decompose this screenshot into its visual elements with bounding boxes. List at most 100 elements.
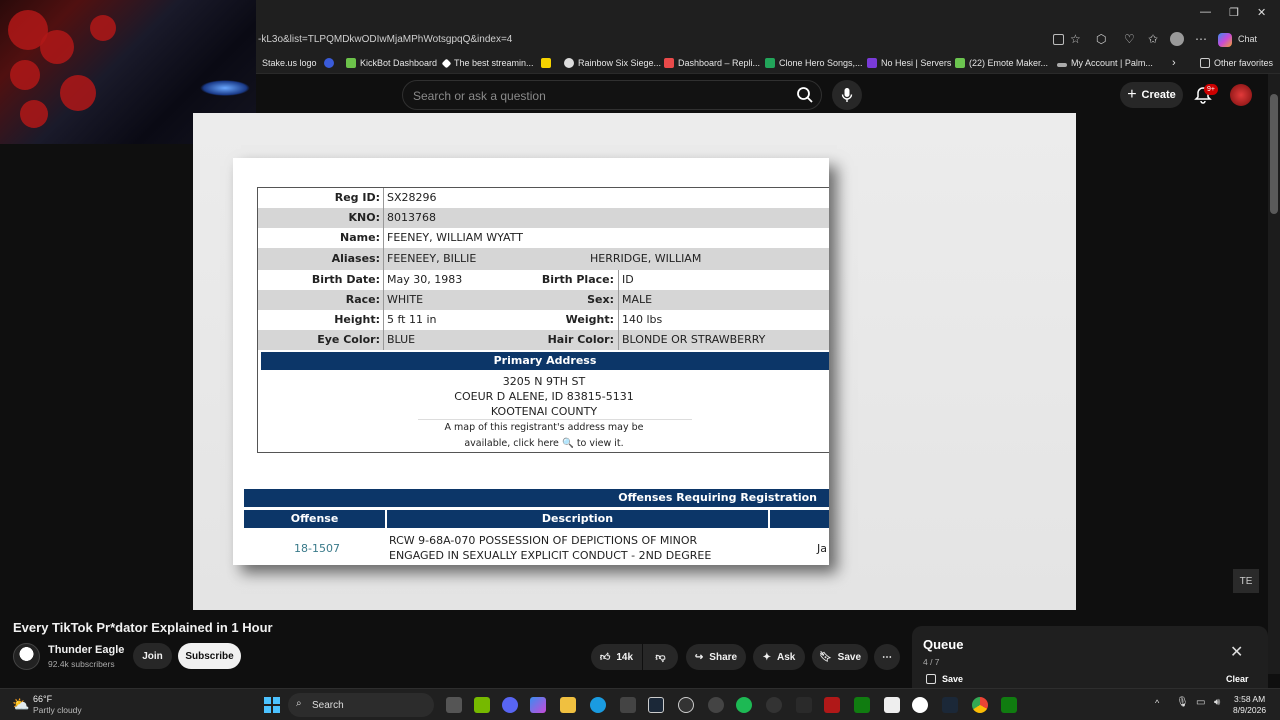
- discord-icon[interactable]: [502, 697, 518, 713]
- fav-other-favorites[interactable]: Other favorites: [1200, 58, 1273, 68]
- obs-icon[interactable]: [678, 697, 694, 713]
- fav-stake[interactable]: Stake.us logo: [262, 58, 317, 68]
- xbox-app-icon[interactable]: [1001, 697, 1017, 713]
- task-view-icon[interactable]: [446, 697, 462, 713]
- copilot-app-icon[interactable]: [530, 697, 546, 713]
- fav-label: KickBot Dashboard: [360, 58, 438, 68]
- create-button[interactable]: + Create: [1120, 82, 1183, 108]
- kno-label: KNO:: [348, 211, 380, 224]
- kickbot-icon: [346, 58, 356, 68]
- reg-id-label: Reg ID:: [334, 191, 380, 204]
- map-link[interactable]: available, click here: [464, 438, 559, 449]
- clock-time[interactable]: 3:58 AM: [1234, 694, 1265, 704]
- favorites-overflow-icon[interactable]: ›: [1172, 57, 1176, 69]
- fav-label: Other favorites: [1214, 58, 1274, 68]
- subscribe-button[interactable]: Subscribe: [178, 643, 241, 669]
- map-note-2-tail: to view it.: [576, 438, 624, 449]
- join-button[interactable]: Join: [133, 643, 172, 669]
- url-text[interactable]: -kL3o&list=TLPQMDkwODIwMjaMPhWotsgpqQ&in…: [258, 34, 512, 45]
- fav-clonehero[interactable]: Clone Hero Songs,...: [765, 58, 863, 68]
- fav-r6[interactable]: Rainbow Six Siege...: [564, 58, 661, 68]
- steam-2-icon[interactable]: [942, 697, 958, 713]
- b-app-icon[interactable]: [796, 697, 812, 713]
- account-avatar[interactable]: [1230, 84, 1252, 106]
- share-button[interactable]: ↪ Share: [686, 644, 746, 670]
- fav-palm[interactable]: My Account | Palm...: [1057, 58, 1153, 68]
- fav-r[interactable]: [324, 58, 334, 68]
- copilot-chat-label[interactable]: Chat: [1238, 34, 1257, 44]
- store-icon[interactable]: [620, 697, 636, 713]
- fav-yellow[interactable]: [541, 58, 551, 68]
- voice-search-button[interactable]: [832, 80, 862, 110]
- app-available-icon[interactable]: [1053, 34, 1064, 45]
- browser-essentials-icon[interactable]: ♡: [1124, 32, 1135, 46]
- scrollbar-thumb[interactable]: [1270, 94, 1278, 214]
- maximize-button[interactable]: ❐: [1229, 6, 1239, 19]
- kno-value: 8013768: [387, 211, 436, 224]
- share-label: Share: [709, 651, 738, 663]
- capcut-icon[interactable]: [884, 697, 900, 713]
- google-icon[interactable]: [912, 697, 928, 713]
- checkbox-icon: [926, 674, 936, 684]
- taskbar-search-label: Search: [312, 699, 344, 711]
- steam-icon[interactable]: [648, 697, 664, 713]
- fav-kickbot[interactable]: KickBot Dashboard: [346, 58, 437, 68]
- taskbar-search[interactable]: ⌕ Search: [288, 693, 434, 717]
- queue-save-button[interactable]: Save: [926, 674, 963, 684]
- like-button[interactable]: 👍︎ 14k: [591, 644, 642, 670]
- divider: [418, 419, 692, 420]
- xbox-icon[interactable]: [854, 697, 870, 713]
- queue-close-icon[interactable]: ✕: [1230, 642, 1243, 662]
- clock-date[interactable]: 8/9/2026: [1233, 705, 1266, 715]
- page-scrollbar[interactable]: [1268, 74, 1280, 674]
- fav-streaming[interactable]: The best streamin...: [441, 58, 534, 68]
- edge-icon[interactable]: [590, 697, 606, 713]
- extensions-icon[interactable]: ⬡: [1096, 32, 1106, 46]
- weather-temp[interactable]: 66°F: [33, 694, 52, 704]
- dislike-button[interactable]: 👎︎: [643, 644, 678, 670]
- rockstar-icon[interactable]: [824, 697, 840, 713]
- weather-desc[interactable]: Partly cloudy: [33, 705, 82, 715]
- more-actions-button[interactable]: ⋯: [874, 644, 900, 670]
- search-button[interactable]: [790, 81, 820, 109]
- queue-clear-button[interactable]: Clear: [1226, 674, 1249, 684]
- display-tray-icon[interactable]: ▭: [1196, 697, 1205, 708]
- fav-emote[interactable]: (22) Emote Maker...: [955, 58, 1048, 68]
- file-explorer-icon[interactable]: [560, 697, 576, 713]
- tray-overflow-icon[interactable]: ^: [1155, 698, 1159, 708]
- profile-avatar[interactable]: [1170, 32, 1184, 46]
- queue-title: Queue: [923, 637, 964, 652]
- mic-tray-icon[interactable]: 🎙︎: [1176, 697, 1189, 708]
- nvidia-icon[interactable]: [474, 697, 490, 713]
- r-icon: [324, 58, 334, 68]
- r6-icon: [564, 58, 574, 68]
- row-kno: KNO: 8013768: [258, 208, 829, 228]
- fav-dashboard[interactable]: Dashboard – Repli...: [664, 58, 760, 68]
- more-menu-icon[interactable]: ⋯: [1195, 32, 1207, 46]
- close-window-button[interactable]: ✕: [1257, 6, 1266, 19]
- offense-code[interactable]: 18-1507: [294, 542, 340, 555]
- favorite-star-icon[interactable]: ☆: [1070, 32, 1081, 46]
- channel-name[interactable]: Thunder Eagle: [48, 644, 124, 656]
- fav-nohesi[interactable]: No Hesi | Servers: [867, 58, 951, 68]
- search-input[interactable]: Search or ask a question: [402, 80, 822, 110]
- address-line-3: KOOTENAI COUNTY: [490, 405, 598, 418]
- favorites-icon[interactable]: ✩: [1148, 32, 1158, 46]
- palm-icon: [1057, 62, 1067, 67]
- windows-start-icon[interactable]: [264, 697, 280, 713]
- 4k-icon[interactable]: [766, 697, 782, 713]
- magnifier-icon[interactable]: 🔍: [562, 438, 574, 449]
- channel-avatar[interactable]: [13, 643, 40, 670]
- minimize-button[interactable]: —: [1200, 6, 1211, 18]
- spotify-icon[interactable]: [736, 697, 752, 713]
- weather-icon[interactable]: ⛅: [12, 696, 29, 713]
- copilot-icon[interactable]: [1218, 33, 1232, 47]
- overlay-te-button[interactable]: TE: [1233, 569, 1259, 593]
- settings-icon[interactable]: [708, 697, 724, 713]
- chrome-icon[interactable]: [972, 697, 988, 713]
- ask-button[interactable]: ✦ Ask: [753, 644, 805, 670]
- birth-date-value: May 30, 1983: [387, 273, 463, 286]
- volume-tray-icon[interactable]: 🔊︎: [1214, 697, 1220, 708]
- like-count: 14k: [616, 651, 634, 663]
- save-button[interactable]: 🔖︎ Save: [812, 644, 868, 670]
